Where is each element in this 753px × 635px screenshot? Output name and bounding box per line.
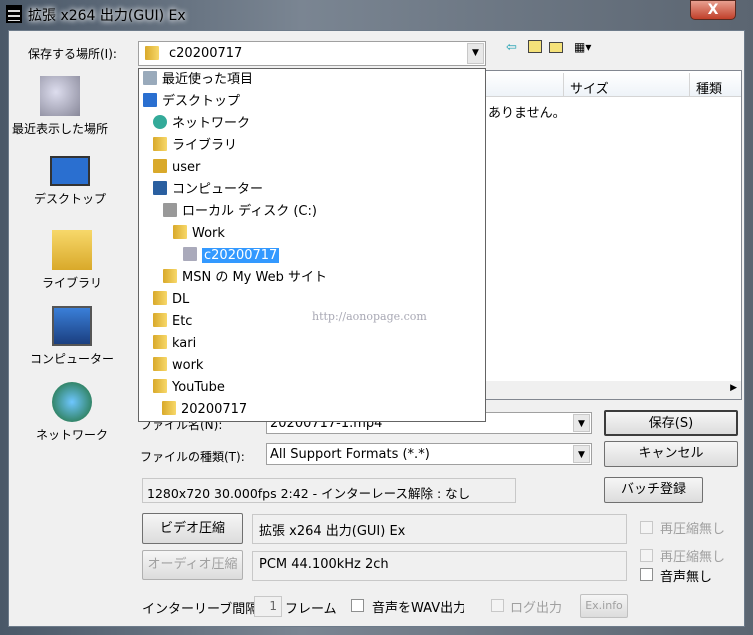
chevron-down-icon[interactable]: ▼ <box>573 445 590 463</box>
network-icon <box>52 382 92 422</box>
place-label: ネットワーク <box>35 428 108 442</box>
library-icon <box>52 230 92 270</box>
folder-icon <box>173 225 187 239</box>
film-icon <box>6 5 22 23</box>
filetype-select[interactable]: All Support Formats (*.*) ▼ <box>266 443 592 465</box>
view-menu-icon[interactable]: ▦▾ <box>574 40 591 54</box>
save-button[interactable]: 保存(S) <box>604 410 738 436</box>
interleave-label: インターリーブ間隔 <box>142 602 259 617</box>
dropdown-item[interactable]: work <box>153 355 203 377</box>
dropdown-item[interactable]: ライブラリ <box>153 135 237 157</box>
dropdown-item[interactable]: 20200717 <box>162 399 247 421</box>
dropdown-item-selected[interactable]: c20200717 <box>183 245 280 267</box>
place-label: コンピューター <box>29 352 114 366</box>
audio-codec: PCM 44.100kHz 2ch <box>252 551 627 581</box>
no-audio-checkbox[interactable] <box>640 568 653 581</box>
folder-icon <box>183 247 197 261</box>
location-label: 保存する場所(I): <box>28 47 117 61</box>
desktop-icon <box>143 93 157 107</box>
chevron-down-icon[interactable]: ▼ <box>467 43 484 64</box>
desktop-icon <box>50 156 90 186</box>
audio-compress-button[interactable]: オーディオ圧縮 <box>142 550 243 580</box>
exinfo-button[interactable]: Ex.info <box>580 594 628 618</box>
video-norecomp-checkbox[interactable] <box>640 521 653 534</box>
recent-icon <box>143 71 157 85</box>
cancel-button[interactable]: キャンセル <box>604 441 738 467</box>
folder-icon <box>145 46 159 60</box>
interleave-input[interactable]: 1 <box>254 596 282 617</box>
wav-out-checkbox[interactable] <box>351 599 364 612</box>
chevron-down-icon[interactable]: ▼ <box>573 414 590 432</box>
folder-icon <box>163 269 177 283</box>
empty-message: ありません。 <box>488 106 566 121</box>
folder-icon <box>153 379 167 393</box>
location-combo[interactable]: c20200717 ▼ <box>138 41 486 66</box>
dropdown-item[interactable]: デスクトップ <box>143 91 240 113</box>
location-dropdown-list[interactable]: 最近使った項目 デスクトップ ネットワーク ライブラリ user コンピューター… <box>138 68 486 422</box>
interleave-unit: フレーム <box>285 602 337 617</box>
network-icon <box>153 115 167 129</box>
place-label: 最近表示した場所 <box>12 122 109 136</box>
place-library[interactable]: ライブラリ <box>24 230 120 291</box>
dropdown-item[interactable]: Etc <box>153 311 192 333</box>
place-network[interactable]: ネットワーク <box>24 382 120 443</box>
wav-out-label: 音声をWAV出力 <box>372 601 464 616</box>
batch-button[interactable]: バッチ登録 <box>604 477 703 503</box>
audio-norecomp-checkbox[interactable] <box>640 549 653 562</box>
place-desktop[interactable]: デスクトップ <box>22 156 118 207</box>
user-icon <box>153 159 167 173</box>
dropdown-item[interactable]: kari <box>153 333 196 355</box>
folder-icon <box>162 401 176 415</box>
computer-icon <box>153 181 167 195</box>
column-type[interactable]: 種類 <box>689 73 728 97</box>
dropdown-item[interactable]: user <box>153 157 200 179</box>
folder-icon <box>153 291 167 305</box>
location-value: c20200717 <box>169 46 243 61</box>
audio-norecomp-label: 再圧縮無し <box>660 550 726 565</box>
dropdown-item[interactable]: YouTube <box>153 377 225 399</box>
column-size[interactable]: サイズ <box>563 73 615 97</box>
dropdown-item[interactable]: Work <box>173 223 225 245</box>
log-out-checkbox[interactable] <box>491 599 504 612</box>
window-title: 拡張 x264 出力(GUI) Ex <box>28 8 186 24</box>
video-norecomp-label: 再圧縮無し <box>660 522 726 537</box>
dropdown-item[interactable]: ネットワーク <box>153 113 250 135</box>
video-codec: 拡張 x264 出力(GUI) Ex <box>252 514 627 544</box>
back-icon[interactable]: ⇦ <box>506 40 517 55</box>
no-audio-label: 音声無し <box>660 570 713 585</box>
watermark: http://aonopage.com <box>312 310 427 323</box>
dropdown-item[interactable]: 最近使った項目 <box>143 69 253 91</box>
log-out-label: ログ出力 <box>510 601 563 616</box>
dropdown-item[interactable]: MSN の My Web サイト <box>163 267 327 289</box>
place-label: ライブラリ <box>41 276 102 290</box>
dropdown-item[interactable]: DL <box>153 289 189 311</box>
computer-icon <box>52 306 92 346</box>
library-icon <box>153 137 167 151</box>
place-recent[interactable]: 最近表示した場所 <box>12 76 108 137</box>
drive-icon <box>163 203 177 217</box>
video-compress-button[interactable]: ビデオ圧縮 <box>142 513 243 544</box>
new-folder-icon[interactable] <box>549 42 563 53</box>
folder-icon <box>153 313 167 327</box>
folder-icon <box>153 357 167 371</box>
dropdown-item[interactable]: コンピューター <box>153 179 263 201</box>
filetype-label: ファイルの種類(T): <box>140 450 245 464</box>
up-folder-icon[interactable] <box>528 40 542 53</box>
video-info: 1280x720 30.000fps 2:42 - インターレース解除 : なし <box>142 478 516 503</box>
folder-icon <box>153 335 167 349</box>
dropdown-item[interactable]: ローカル ディスク (C:) <box>163 201 317 223</box>
recent-icon <box>40 76 80 116</box>
place-computer[interactable]: コンピューター <box>24 306 120 367</box>
place-label: デスクトップ <box>33 192 106 206</box>
title-bar: 拡張 x264 出力(GUI) Ex X <box>0 0 753 30</box>
close-button[interactable]: X <box>690 0 736 20</box>
